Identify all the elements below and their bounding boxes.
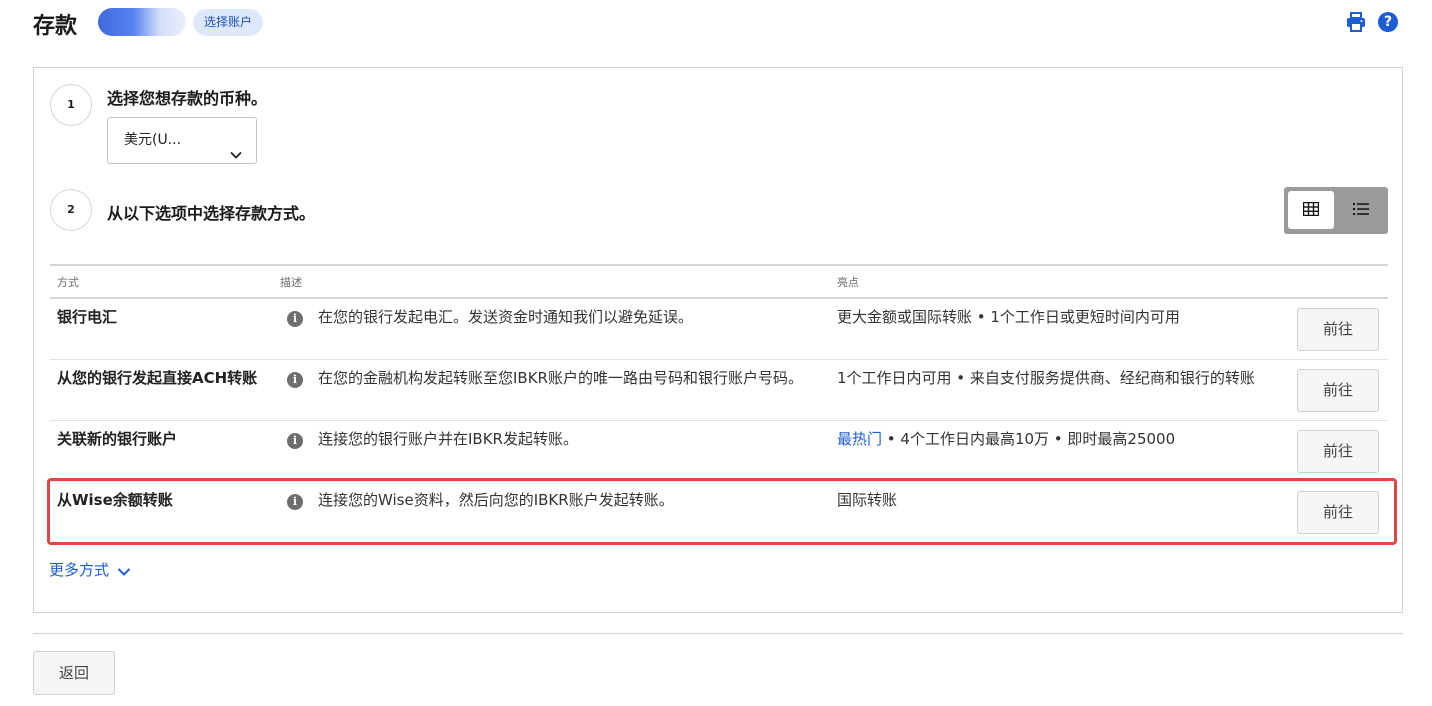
deposit-panel: 1 选择您想存款的币种。 美元(U... 2 从以下选项中选择存款方式。 方式 … [33, 67, 1403, 613]
highlight-text: 国际转账 [837, 491, 898, 509]
info-icon[interactable]: i [287, 494, 303, 510]
back-button[interactable]: 返回 [33, 651, 115, 695]
more-methods-link[interactable]: 更多方式 [49, 559, 131, 580]
highlight-text: 更大金额或国际转账 • 1个工作日或更短时间内可用 [837, 308, 1180, 326]
method-description: 连接您的银行账户并在IBKR发起转账。 [318, 430, 578, 448]
grid-view-button[interactable] [1288, 191, 1334, 229]
table-top-divider [50, 264, 1388, 266]
table-row: 从Wise余额转账 i 连接您的Wise资料，然后向您的IBKR账户发起转账。 … [50, 482, 1388, 543]
step-1-number: 1 [50, 84, 92, 126]
more-methods-label: 更多方式 [49, 561, 110, 579]
step-2-number: 2 [50, 189, 92, 231]
select-account-button[interactable]: 选择账户 [193, 9, 264, 36]
info-icon[interactable]: i [287, 433, 303, 449]
method-description: 连接您的Wise资料，然后向您的IBKR账户发起转账。 [318, 491, 674, 509]
method-name: 银行电汇 [57, 308, 118, 326]
table-row: 关联新的银行账户 i 连接您的银行账户并在IBKR发起转账。 最热门 • 4个工… [50, 421, 1388, 482]
printer-icon[interactable] [1345, 11, 1367, 33]
go-button[interactable]: 前往 [1297, 491, 1379, 534]
info-icon[interactable]: i [287, 372, 303, 388]
help-icon[interactable]: ? [1378, 12, 1398, 32]
step-2-title: 从以下选项中选择存款方式。 [107, 204, 316, 223]
account-name-masked [98, 8, 186, 36]
highlight-text: 1个工作日内可用 • 来自支付服务提供商、经纪商和银行的转账 [837, 369, 1255, 387]
column-header-highlights: 亮点 [837, 276, 859, 289]
list-view-button[interactable] [1338, 191, 1384, 229]
method-highlights: 更大金额或国际转账 • 1个工作日或更短时间内可用 [837, 307, 1277, 328]
method-name: 关联新的银行账户 [57, 430, 178, 448]
method-description: 在您的金融机构发起转账至您IBKR账户的唯一路由号码和银行账户号码。 [318, 369, 803, 387]
view-toggle [1284, 187, 1388, 234]
go-button[interactable]: 前往 [1297, 308, 1379, 351]
column-header-method: 方式 [57, 276, 79, 289]
highlight-text: • 4个工作日内最高10万 • 即时最高25000 [882, 430, 1176, 448]
method-highlights: 1个工作日内可用 • 来自支付服务提供商、经纪商和银行的转账 [837, 368, 1277, 389]
chevron-down-icon [109, 561, 131, 579]
chevron-down-icon [230, 135, 242, 159]
method-name: 从Wise余额转账 [57, 491, 173, 509]
method-highlights: 最热门 • 4个工作日内最高10万 • 即时最高25000 [837, 429, 1277, 450]
currency-selected-value: 美元(U... [124, 132, 182, 148]
page-title: 存款 [33, 14, 78, 39]
method-highlights: 国际转账 [837, 490, 1277, 511]
method-description: 在您的银行发起电汇。发送资金时通知我们以避免延误。 [318, 308, 694, 326]
go-button[interactable]: 前往 [1297, 430, 1379, 473]
step-1-title: 选择您想存款的币种。 [107, 89, 268, 108]
popular-link[interactable]: 最热门 [837, 430, 882, 448]
info-icon[interactable]: i [287, 311, 303, 327]
currency-select[interactable]: 美元(U... [107, 117, 257, 164]
table-row: 从您的银行发起直接ACH转账 i 在您的金融机构发起转账至您IBKR账户的唯一路… [50, 360, 1388, 421]
footer-divider [33, 633, 1403, 634]
go-button[interactable]: 前往 [1297, 369, 1379, 412]
column-header-description: 描述 [280, 276, 302, 289]
method-name: 从您的银行发起直接ACH转账 [57, 369, 258, 387]
table-row: 银行电汇 i 在您的银行发起电汇。发送资金时通知我们以避免延误。 更大金额或国际… [50, 299, 1388, 360]
